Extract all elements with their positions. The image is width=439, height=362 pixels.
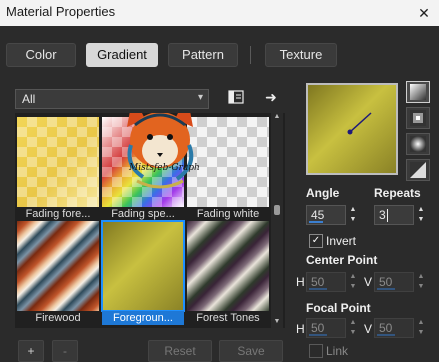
center-v-label: V [364, 275, 373, 289]
gradient-thumb-label: Fading spe... [111, 208, 175, 220]
focal-h-level-bar [309, 334, 327, 336]
center-v-level-bar [377, 288, 395, 290]
radial-style-button[interactable] [406, 133, 430, 155]
tab-gradient[interactable]: Gradient [86, 43, 158, 67]
title-bar: Material Properties ✕ [0, 0, 439, 26]
focal-v-down-icon[interactable]: ▼ [415, 328, 427, 338]
scrollbar-thumb[interactable] [274, 205, 280, 215]
close-icon[interactable]: ✕ [409, 0, 439, 26]
text-caret [387, 209, 388, 222]
center-v-value: 50 [379, 275, 393, 289]
invert-label: Invert [326, 234, 357, 248]
center-point-label: Center Point [306, 253, 378, 267]
chevron-down-icon: ▾ [197, 92, 203, 103]
gradient-thumb-label: Foregroun... [102, 311, 184, 325]
focal-v-level-bar [377, 334, 395, 336]
gradient-thumb-label: Forest Tones [196, 312, 260, 324]
radial-gradient-icon [410, 136, 426, 152]
repeats-down-icon[interactable]: ▼ [415, 215, 427, 225]
linear-gradient-icon [410, 84, 426, 100]
sunburst-style-button[interactable] [406, 159, 430, 181]
checkmark-icon: ✓ [311, 235, 321, 246]
gallery-scrollbar[interactable]: ▲ ▼ [271, 113, 283, 328]
watermark-signature: Mistsfeb-Graph [129, 163, 200, 173]
library-icon[interactable] [227, 89, 245, 107]
focal-h-value: 50 [311, 321, 325, 335]
scroll-down-icon[interactable]: ▼ [271, 318, 283, 328]
arrow-right-icon[interactable]: ➜ [262, 88, 280, 106]
tab-separator [250, 46, 251, 64]
focal-v-label: V [364, 322, 373, 336]
sunburst-gradient-icon [410, 162, 426, 178]
window-title: Material Properties [6, 4, 116, 19]
focal-h-label: H [296, 322, 305, 336]
gradient-thumb-label: Firewood [35, 312, 81, 324]
center-v-stepper[interactable]: ▲ ▼ [415, 272, 427, 292]
center-h-value: 50 [311, 275, 325, 289]
angle-down-icon[interactable]: ▼ [347, 215, 359, 225]
repeats-up-icon[interactable]: ▲ [415, 205, 427, 215]
add-gradient-button[interactable]: + [18, 340, 44, 362]
focal-v-stepper[interactable]: ▲ ▼ [415, 318, 427, 338]
angle-up-icon[interactable]: ▲ [347, 205, 359, 215]
focal-point-label: Focal Point [306, 301, 371, 315]
gradient-swatch [17, 117, 99, 207]
gradient-thumb-fading-foreground[interactable]: Fading fore... [17, 117, 99, 220]
gradient-swatch [101, 220, 185, 312]
tab-texture[interactable]: Texture [265, 43, 337, 67]
reset-button[interactable]: Reset [148, 340, 212, 362]
focal-h-field[interactable]: 50 [306, 318, 346, 338]
remove-gradient-button[interactable]: - [52, 340, 78, 362]
angle-stepper[interactable]: ▲ ▼ [347, 205, 359, 225]
gradient-thumb-label: Fading white [196, 208, 260, 220]
gradient-swatch [17, 221, 99, 311]
center-h-stepper[interactable]: ▲ ▼ [347, 272, 359, 292]
tab-pattern[interactable]: Pattern [168, 43, 238, 67]
focal-h-up-icon[interactable]: ▲ [347, 318, 359, 328]
focal-v-value: 50 [379, 321, 393, 335]
gradient-thumb-firewood[interactable]: Firewood [17, 221, 99, 324]
repeats-field[interactable]: 3 [374, 205, 414, 225]
tab-color[interactable]: Color [6, 43, 76, 67]
gradient-swatch [187, 221, 269, 311]
category-filter-value: All [22, 92, 36, 106]
angle-value: 45 [311, 208, 325, 222]
center-h-down-icon[interactable]: ▼ [347, 282, 359, 292]
link-checkbox[interactable] [309, 344, 323, 358]
center-v-up-icon[interactable]: ▲ [415, 272, 427, 282]
focal-v-up-icon[interactable]: ▲ [415, 318, 427, 328]
repeats-value: 3 [379, 208, 386, 222]
title-divider [0, 26, 439, 38]
repeats-label: Repeats [374, 186, 421, 200]
repeats-stepper[interactable]: ▲ ▼ [415, 205, 427, 225]
center-h-up-icon[interactable]: ▲ [347, 272, 359, 282]
save-button[interactable]: Save [219, 340, 283, 362]
focal-h-down-icon[interactable]: ▼ [347, 328, 359, 338]
angle-label: Angle [306, 186, 340, 200]
invert-checkbox[interactable]: ✓ [309, 234, 323, 248]
angle-handle-icon[interactable] [308, 85, 396, 173]
center-v-down-icon[interactable]: ▼ [415, 282, 427, 292]
gradient-preview[interactable] [306, 83, 398, 175]
focal-h-stepper[interactable]: ▲ ▼ [347, 318, 359, 338]
center-v-field[interactable]: 50 [374, 272, 414, 292]
center-h-label: H [296, 275, 305, 289]
fox-watermark-logo: Mistsfeb-Graph [115, 113, 205, 195]
category-filter-dropdown[interactable]: All ▾ [15, 89, 209, 109]
gradient-thumb-label: Fading fore... [25, 208, 91, 220]
gradient-thumb-foreground[interactable]: Foregroun... [101, 220, 185, 325]
center-h-level-bar [309, 288, 327, 290]
scroll-up-icon[interactable]: ▲ [271, 113, 283, 123]
angle-level-bar [309, 221, 323, 223]
rectangular-gradient-icon [410, 110, 426, 126]
focal-v-field[interactable]: 50 [374, 318, 414, 338]
gradient-gallery: Fading fore... Fading spe... Fading whit… [15, 113, 285, 328]
angle-field[interactable]: 45 [306, 205, 346, 225]
tab-bar: Color Gradient Pattern Texture [0, 43, 439, 67]
center-h-field[interactable]: 50 [306, 272, 346, 292]
gradient-thumb-forest-tones[interactable]: Forest Tones [187, 221, 269, 324]
link-label: Link [326, 344, 349, 358]
linear-style-button[interactable] [406, 81, 430, 103]
rectangular-style-button[interactable] [406, 107, 430, 129]
